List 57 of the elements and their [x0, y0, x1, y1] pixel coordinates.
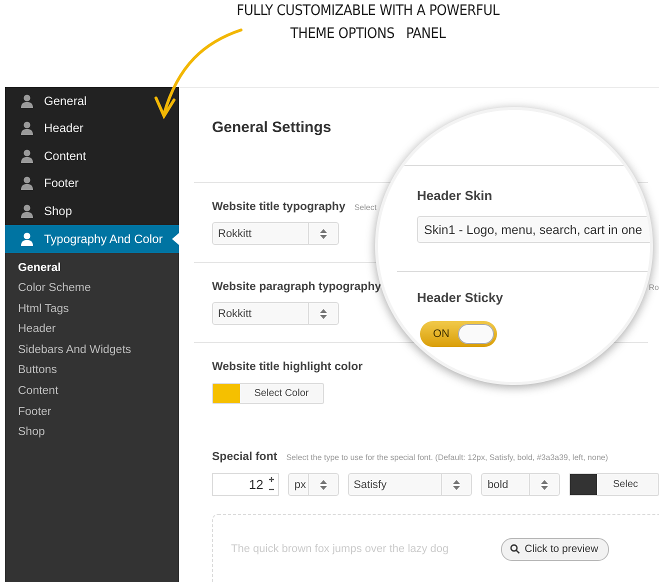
setting-hint: Select the type to use for the special font. (Default: 12px, Satisfy, bold, #3a3a39, left, none) [286, 453, 608, 462]
user-icon [20, 121, 34, 136]
dropdown-value: Rokkitt [217, 228, 253, 240]
user-icon [20, 94, 34, 108]
callout-text: FULLY CUSTOMIZABLE WITH A POWERFUL [236, 2, 500, 21]
search-icon [510, 544, 520, 554]
sidebar-item[interactable]: Content [5, 142, 179, 170]
size-field[interactable]: 12 [212, 473, 280, 496]
dropdown-value: px [293, 478, 307, 490]
up-down-arrows-icon [320, 228, 327, 238]
dropdown[interactable]: bold [481, 473, 560, 496]
sidebar-item[interactable]: Header [5, 114, 179, 142]
up-down-arrows-icon [320, 308, 327, 318]
dropdown-value: Satisfy [352, 478, 388, 490]
user-icon [20, 204, 34, 218]
setting-hint: Select [354, 203, 377, 212]
dropdown[interactable]: Skin1 - Logo, menu, search, cart in one [417, 216, 650, 243]
up-down-arrows-icon [320, 480, 327, 490]
up-down-arrows-icon [541, 480, 548, 490]
callout-text: THEME OPTIONS PANEL [290, 25, 446, 44]
setting-label: Header Sticky [417, 290, 504, 305]
setting-label: Website title typography [212, 201, 346, 213]
submenu-item[interactable]: Buttons [18, 360, 57, 382]
up-down-arrows-icon [453, 480, 460, 490]
toggle-switch[interactable]: ON [420, 321, 497, 347]
setting-hint: Ro [648, 283, 659, 292]
dropdown-value: bold [486, 478, 510, 490]
toggle-knob [458, 324, 494, 344]
preview-button[interactable]: Click to preview [500, 538, 610, 560]
sidebar-item[interactable]: Typography And Color [5, 224, 179, 252]
submenu-item[interactable]: Content [18, 381, 58, 402]
dropdown[interactable]: Rokkitt [212, 302, 339, 325]
dropdown[interactable]: Satisfy [348, 473, 472, 496]
submenu-item[interactable]: Footer [18, 402, 52, 422]
dropdown[interactable]: px [288, 473, 339, 496]
setting-label: Special font [212, 451, 278, 463]
dropdown-value: Rokkitt [217, 308, 253, 320]
setting-label: Website title highlight color [212, 361, 363, 373]
setting-label: Header Skin [417, 188, 494, 203]
page-title: General Settings [212, 118, 332, 136]
setting-label: Website paragraph typography [212, 281, 382, 293]
active-pointer-icon [172, 232, 179, 244]
submenu-item[interactable]: Color Scheme [18, 278, 91, 299]
user-icon [20, 148, 34, 163]
submenu-item[interactable]: Html Tags [18, 298, 69, 320]
sidebar-item[interactable]: Shop [5, 197, 179, 224]
sidebar-item[interactable]: General [5, 87, 179, 114]
submenu-item[interactable]: General [18, 258, 61, 278]
submenu-item[interactable]: Shop [18, 422, 45, 443]
user-icon [20, 176, 34, 190]
sidebar-item[interactable]: Footer [5, 170, 179, 197]
submenu-item[interactable]: Sidebars And Widgets [18, 340, 132, 360]
color-picker-button[interactable]: Select Color [212, 383, 324, 404]
submenu-item[interactable]: Header [18, 319, 56, 340]
dropdown[interactable]: Rokkitt [212, 222, 339, 245]
user-icon [20, 232, 34, 246]
color-picker-button[interactable]: Selec [569, 473, 659, 496]
